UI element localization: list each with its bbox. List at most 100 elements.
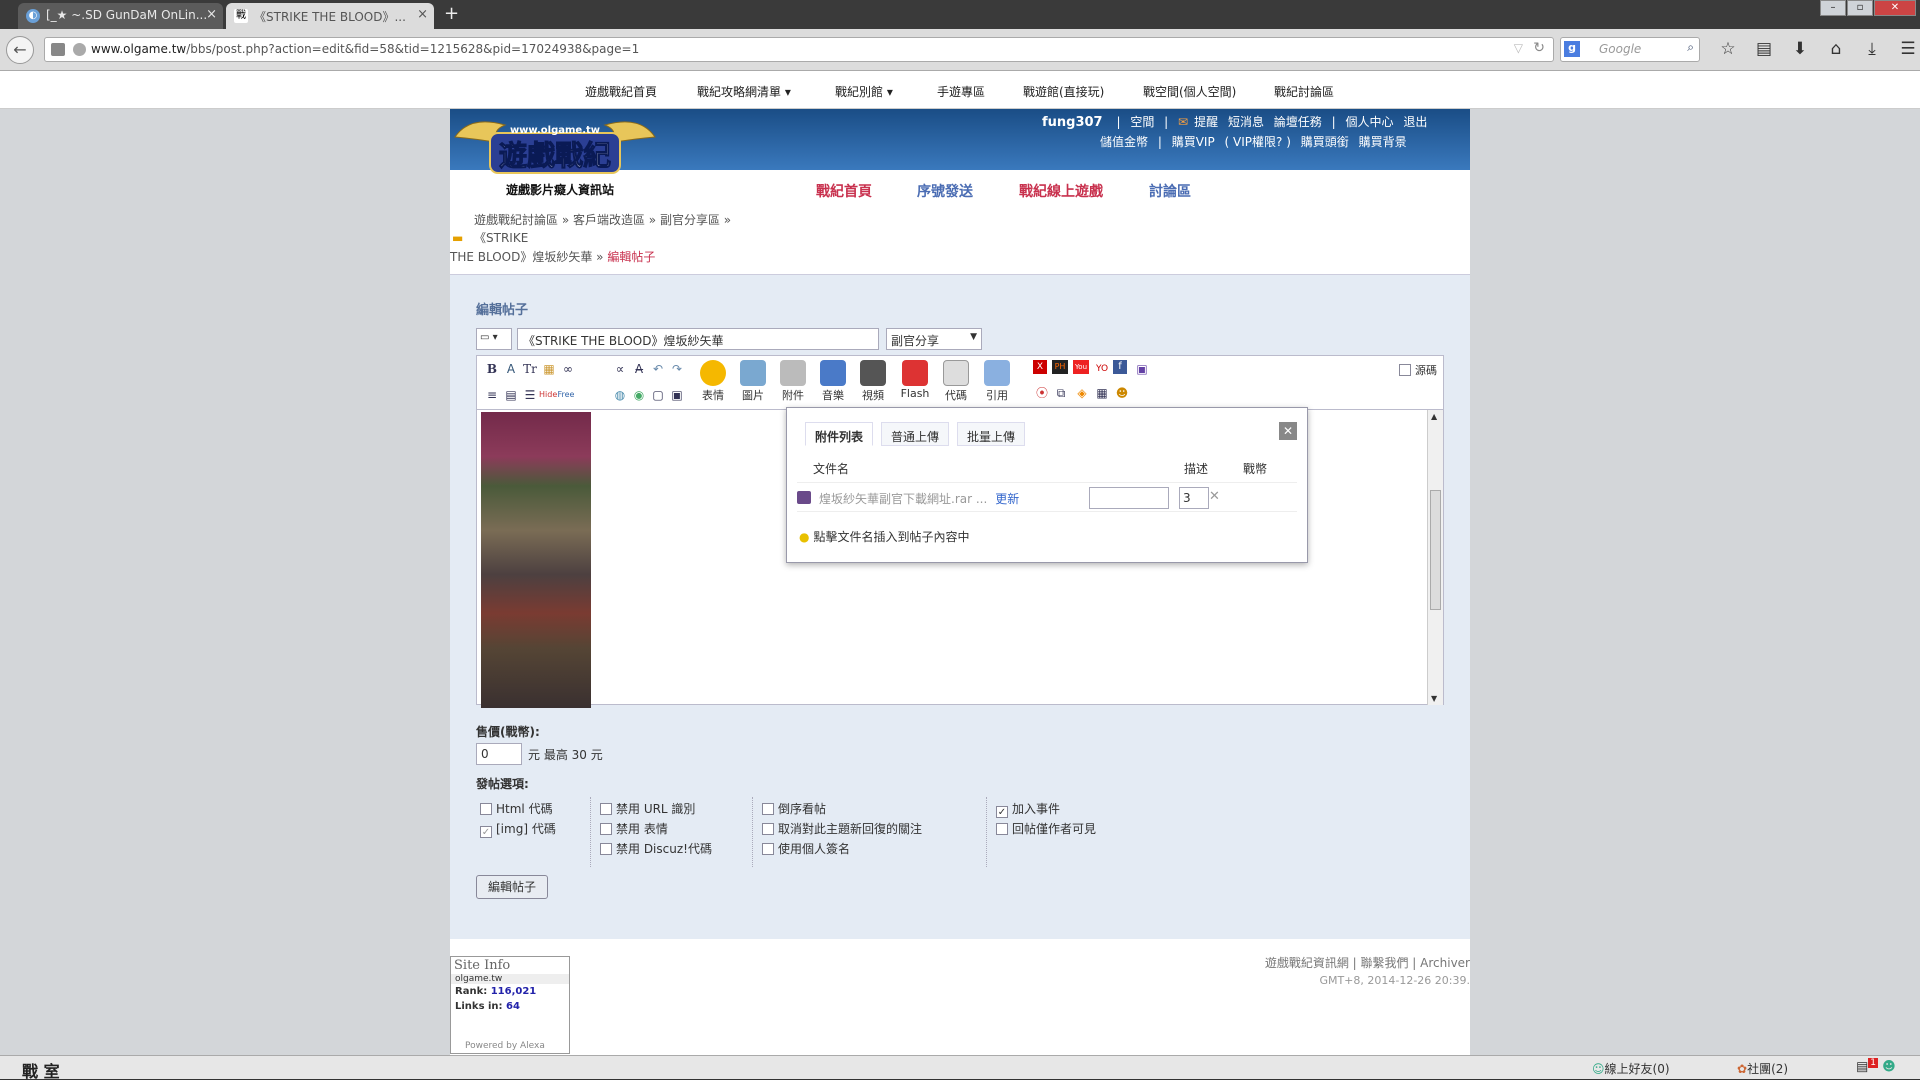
user-link-pm[interactable]: 短消息 [1228,115,1264,129]
opt-signature[interactable]: 使用個人簽名 [762,840,850,857]
post-type-select[interactable]: ▭ ▾ [476,328,512,350]
mainnav-forum[interactable]: 討論區 [1149,181,1191,201]
bold-icon[interactable]: B [483,360,501,378]
groups[interactable]: ✿社團(2) [1737,1060,1788,1077]
link-title[interactable]: 購買頭銜 [1301,135,1349,149]
scroll-down-icon[interactable]: ▼ [1431,694,1437,703]
opt-img[interactable]: ✓ [img] 代碼 [480,820,556,838]
code-button[interactable]: 代碼 [938,360,974,403]
breadcrumb-line1[interactable]: 遊戲戰紀討論區 » 客戶端改造區 » 副官分享區 » 《STRIKE [474,213,731,245]
unlink-icon[interactable]: ∝ [611,360,629,378]
bookmarks-list-icon[interactable]: ▤ [1746,39,1782,59]
reload-icon[interactable]: ↻ [1533,40,1545,56]
hide-icon[interactable]: Hide [539,386,557,404]
list-icon[interactable]: ☰ [521,386,539,404]
opt-html[interactable]: Html 代碼 [480,800,553,817]
download-icon[interactable]: ⬇ [1782,39,1818,59]
youku-icon[interactable]: YO [1093,360,1111,378]
scroll-thumb[interactable] [1430,490,1441,610]
nav-games[interactable]: 戰遊館(直接玩) [1023,83,1104,100]
opt-disable-url[interactable]: 禁用 URL 識別 [600,800,695,817]
user-link-space[interactable]: 空間 [1130,115,1154,129]
scroll-up-icon[interactable]: ▲ [1431,412,1437,421]
nav-annex[interactable]: 戰紀別館 ▾ [835,83,893,100]
emoji-button[interactable]: 表情 [695,360,731,403]
opt-disable-smilies[interactable]: 禁用 表情 [600,820,668,837]
link-bg[interactable]: 購買背景 [1359,135,1407,149]
image-button[interactable]: 圖片 [735,360,771,403]
opt-add-event[interactable]: ✓ 加入事件 [996,800,1060,818]
music-button[interactable]: 音樂 [815,360,851,403]
attach-button[interactable]: 附件 [775,360,811,403]
notification[interactable]: ▤ 1 ☻ [1856,1058,1896,1074]
close-tab-icon[interactable]: × [417,7,428,22]
opt-reverse[interactable]: 倒序看帖 [762,800,826,817]
mainnav-online-games[interactable]: 戰紀線上遊戲 [1019,181,1103,201]
downloads-icon[interactable]: ⤓ [1854,39,1890,59]
link-vip-perm[interactable]: ( VIP權限? ) [1225,135,1291,149]
youtube-icon[interactable]: You [1073,360,1089,374]
bookmark-star-icon[interactable]: ☆ [1710,39,1746,59]
user-link-remind[interactable]: 提醒 [1194,115,1218,129]
media-icon[interactable]: ⧉ [1052,384,1070,402]
browser-tab[interactable]: ◐ [_★ ~.SD GunDaM OnLin... × [18,3,223,29]
bottom-logo[interactable]: 戰 室 [22,1058,60,1080]
quote-button[interactable]: 引用 [979,360,1015,403]
subject-input[interactable]: 《STRIKE THE BLOOD》煌坂紗矢華 [517,328,879,350]
font-icon[interactable]: A [502,360,520,378]
link-vip[interactable]: 購買VIP [1172,135,1215,149]
mainnav-home[interactable]: 戰紀首頁 [816,181,872,201]
tab-attachment-list[interactable]: 附件列表 [805,422,874,446]
description-input[interactable] [1089,487,1169,509]
alexa-widget[interactable]: Site Info olgame.tw Rank: 116,021 Links … [450,956,570,1054]
opt-unsubscribe[interactable]: 取消對此主題新回復的關注 [762,820,922,837]
close-window-button[interactable]: ✕ [1874,0,1916,16]
link-topup[interactable]: 儲值金幣 [1100,135,1148,149]
source-checkbox[interactable]: 源碼 [1399,362,1437,378]
align-icon[interactable]: ≡ [483,386,501,404]
mainnav-serial[interactable]: 序號發送 [917,181,973,201]
facebook-icon[interactable]: f [1113,360,1127,374]
calendar-icon[interactable]: ▦ [1093,384,1111,402]
opt-disable-discuz[interactable]: 禁用 Discuz!代碼 [600,840,712,857]
table-icon[interactable]: ▤ [502,386,520,404]
site-info-icon[interactable] [73,43,86,56]
redo-icon[interactable]: ↷ [668,360,686,378]
editor-scrollbar[interactable]: ▲ ▼ [1427,410,1443,705]
maximize-button[interactable]: ▫ [1847,0,1873,16]
emote-icon[interactable]: ☻ [1113,384,1131,402]
nav-forum[interactable]: 戰紀討論區 [1274,83,1334,100]
google-icon[interactable]: g [1564,41,1580,57]
attachment-filename[interactable]: 煌坂紗矢華副官下載網址.rar ... 更新 [819,490,1019,507]
site-logo[interactable]: www.olgame.tw 遊戲戰紀 遊戲影片癡人資訊站 [450,109,660,209]
clear-format-icon[interactable]: A̶ [630,360,648,378]
price-input[interactable]: 3 [1179,487,1209,509]
doc-icon[interactable]: ▣ [668,386,686,404]
font-size-icon[interactable]: Tr [521,360,539,378]
link-icon[interactable]: ∞ [559,360,577,378]
footer-links[interactable]: 遊戲戰紀資訊網 | 聯繫我們 | Archiver [1265,954,1470,971]
free-icon[interactable]: Free [557,386,575,404]
tab-normal-upload[interactable]: 普通上傳 [881,422,950,446]
search-icon[interactable]: ⌕ [1687,40,1694,55]
close-tab-icon[interactable]: × [206,7,217,22]
browser-tab-active[interactable]: 戰 《STRIKE THE BLOOD》... × [226,3,434,29]
forum-select[interactable]: 副官分享 ▼ [886,328,982,350]
back-button[interactable]: ← [6,36,34,64]
tab-batch-upload[interactable]: 批量上傳 [957,422,1026,446]
nav-home[interactable]: 遊戲戰紀首頁 [585,83,657,100]
color-icon[interactable]: ▦ [540,360,558,378]
online-friends[interactable]: ☺線上好友(0) [1592,1060,1670,1077]
opt-author-only[interactable]: 回帖僅作者可見 [996,820,1096,837]
home-icon[interactable]: ⌂ [1818,39,1854,59]
username[interactable]: fung307 [1042,115,1103,130]
nav-guides[interactable]: 戰紀攻略網清單 ▾ [697,83,791,100]
video-button[interactable]: 視頻 [855,360,891,403]
dropdown-arrow-icon[interactable]: ▽ [1514,41,1523,55]
search-input[interactable]: g Google ⌕ [1560,37,1700,62]
flash-button[interactable]: Flash [897,360,933,400]
twitch-icon[interactable]: ▣ [1133,360,1151,378]
address-bar[interactable]: www.olgame.tw/bbs/post.php?action=edit&f… [44,37,1554,62]
identity-icon[interactable] [51,43,65,56]
submit-edit-button[interactable]: 編輯帖子 [476,875,548,899]
